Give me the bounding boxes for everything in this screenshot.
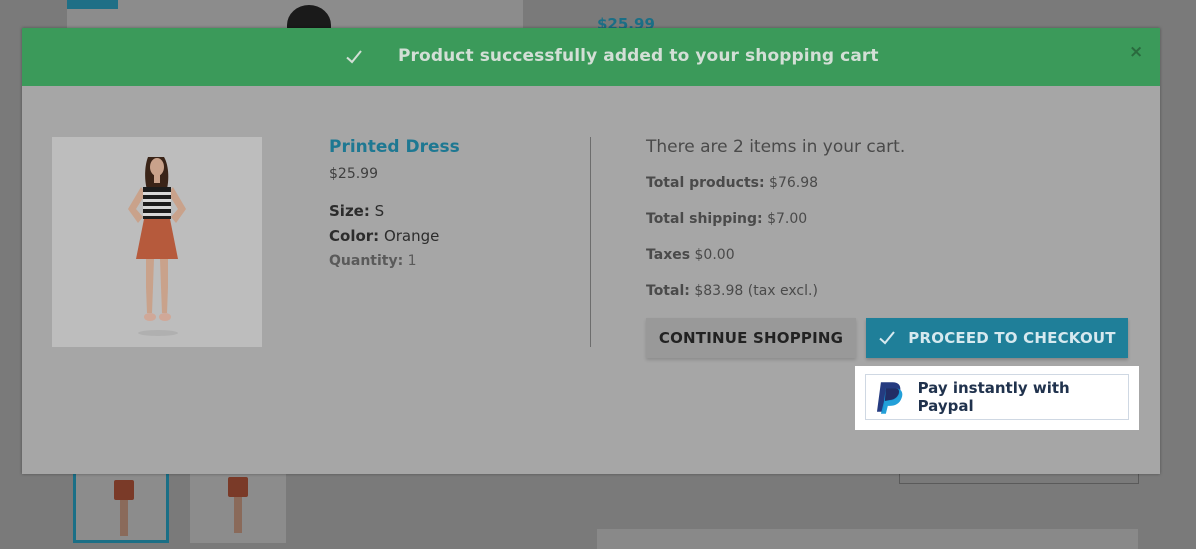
color-label: Color:: [329, 227, 380, 245]
paypal-highlight: Pay instantly with Paypal: [855, 366, 1139, 430]
product-color: Color: Orange: [329, 227, 439, 245]
background-thumbnail[interactable]: [73, 467, 169, 543]
background-panel: [597, 529, 1138, 549]
taxes: Taxes $0.00: [646, 247, 735, 263]
close-icon[interactable]: ×: [1129, 42, 1143, 62]
total-value: $83.98 (tax excl.): [694, 283, 818, 299]
thumbnail-legs: [234, 497, 242, 533]
product-size: Size: S: [329, 202, 384, 220]
total-label: Total:: [646, 283, 690, 299]
proceed-to-checkout-button[interactable]: PROCEED TO CHECKOUT: [866, 318, 1128, 358]
proceed-to-checkout-label: PROCEED TO CHECKOUT: [908, 329, 1116, 347]
product-price: $25.99: [329, 166, 378, 182]
continue-shopping-label: CONTINUE SHOPPING: [658, 329, 844, 347]
total: Total: $83.98 (tax excl.): [646, 283, 818, 299]
thumbnail-dress: [114, 480, 134, 500]
size-value: S: [374, 202, 385, 220]
check-icon: [879, 331, 896, 345]
quantity-value: 1: [407, 253, 417, 269]
background-box: [899, 474, 1139, 484]
paypal-label: Pay instantly with Paypal: [917, 379, 1070, 415]
product-name[interactable]: Printed Dress: [329, 137, 460, 157]
modal-header: Product successfully added to your shopp…: [22, 28, 1160, 86]
total-products-label: Total products:: [646, 175, 765, 191]
taxes-value: $0.00: [694, 247, 735, 263]
product-image: [52, 137, 262, 347]
divider: [590, 137, 591, 347]
cart-count: There are 2 items in your cart.: [646, 137, 906, 157]
size-label: Size:: [329, 202, 370, 220]
quantity-label: Quantity:: [329, 253, 404, 269]
modal-title: Product successfully added to your shopp…: [398, 46, 879, 66]
continue-shopping-button[interactable]: CONTINUE SHOPPING: [646, 318, 856, 358]
product-quantity: Quantity: 1: [329, 253, 417, 269]
total-shipping-value: $7.00: [767, 211, 808, 227]
taxes-label: Taxes: [646, 247, 691, 263]
check-icon: [346, 50, 362, 64]
total-products: Total products: $76.98: [646, 175, 818, 191]
total-shipping-label: Total shipping:: [646, 211, 763, 227]
paypal-button[interactable]: Pay instantly with Paypal: [865, 374, 1129, 420]
total-products-value: $76.98: [769, 175, 819, 191]
background-thumbnail[interactable]: [190, 467, 286, 543]
thumbnail-dress: [228, 477, 248, 497]
paypal-logo-icon: [876, 382, 903, 414]
color-value: Orange: [383, 227, 440, 245]
thumbnail-legs: [120, 500, 128, 536]
dress-model-image: [128, 157, 186, 336]
total-shipping: Total shipping: $7.00: [646, 211, 807, 227]
background-new-badge: [67, 0, 118, 9]
